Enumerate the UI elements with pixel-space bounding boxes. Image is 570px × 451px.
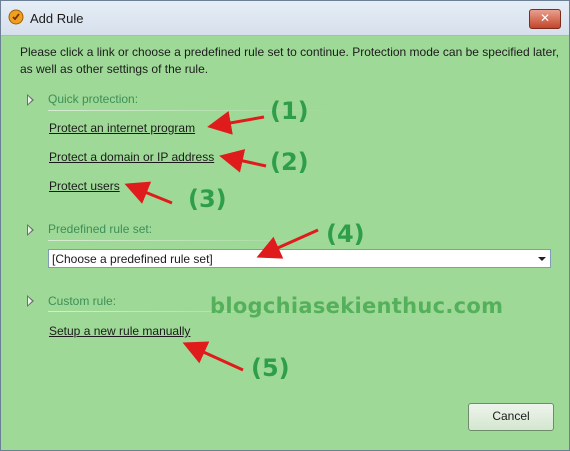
annotation-arrows — [124, 111, 319, 372]
arrow-3 — [124, 181, 173, 205]
arrow-5 — [182, 341, 244, 372]
arrow-2 — [219, 149, 267, 173]
annotation-label-3: (3) — [188, 185, 227, 213]
annotation-label-2: (2) — [270, 148, 309, 176]
arrow-1 — [207, 111, 265, 135]
annotation-label-4: (4) — [326, 220, 365, 248]
annotation-label-1: (1) — [270, 97, 309, 125]
annotation-label-5: (5) — [251, 354, 290, 382]
arrow-4 — [256, 228, 319, 259]
